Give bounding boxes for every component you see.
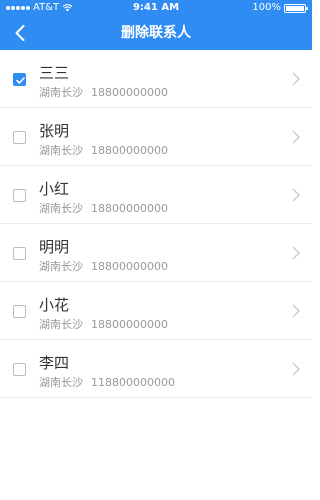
chevron-right-icon	[292, 246, 300, 260]
contact-row[interactable]: 三三 湖南长沙 18800000000	[0, 50, 312, 108]
contact-location: 湖南长沙	[39, 260, 83, 273]
contact-location: 湖南长沙	[39, 376, 83, 389]
status-bar: AT&T 9:41 AM 100%	[0, 0, 312, 16]
contact-phone: 18800000000	[91, 86, 168, 99]
status-right: 100%	[252, 0, 308, 16]
contact-name: 李四	[39, 354, 70, 372]
chevron-right-icon	[292, 72, 300, 86]
chevron-right-icon	[292, 188, 300, 202]
navigation-bar: 删除联系人	[0, 16, 312, 50]
contact-checkbox[interactable]	[13, 131, 26, 144]
chevron-right-icon	[292, 130, 300, 144]
contact-checkbox[interactable]	[13, 363, 26, 376]
contact-row[interactable]: 小花 湖南长沙 18800000000	[0, 282, 312, 340]
contact-checkbox[interactable]	[13, 247, 26, 260]
chevron-right-icon	[292, 362, 300, 376]
contact-checkbox[interactable]	[13, 73, 26, 86]
contact-location: 湖南长沙	[39, 86, 83, 99]
contact-list: 三三 湖南长沙 18800000000 张明 湖南长沙 18800000000 小红…	[0, 50, 312, 398]
contact-location: 湖南长沙	[39, 144, 83, 157]
contact-row[interactable]: 张明 湖南长沙 18800000000	[0, 108, 312, 166]
contact-detail: 湖南长沙 18800000000	[39, 142, 168, 158]
contact-detail: 湖南长沙 118800000000	[39, 374, 175, 390]
checkmark-icon	[16, 77, 25, 84]
contact-checkbox[interactable]	[13, 189, 26, 202]
contact-detail: 湖南长沙 18800000000	[39, 316, 168, 332]
battery-icon	[284, 3, 308, 13]
contact-name: 明明	[39, 238, 70, 256]
header-bar: AT&T 9:41 AM 100% 删除联系人	[0, 0, 312, 50]
contact-row[interactable]: 小红 湖南长沙 18800000000	[0, 166, 312, 224]
contact-row[interactable]: 明明 湖南长沙 18800000000	[0, 224, 312, 282]
contact-detail: 湖南长沙 18800000000	[39, 200, 168, 216]
contact-name: 三三	[39, 64, 70, 82]
contact-location: 湖南长沙	[39, 318, 83, 331]
contact-detail: 湖南长沙 18800000000	[39, 258, 168, 274]
contact-phone: 18800000000	[91, 202, 168, 215]
contact-phone: 18800000000	[91, 318, 168, 331]
contact-checkbox[interactable]	[13, 305, 26, 318]
chevron-right-icon	[292, 304, 300, 318]
battery-percent: 100%	[252, 2, 281, 13]
contact-row[interactable]: 李四 湖南长沙 118800000000	[0, 340, 312, 398]
contact-detail: 湖南长沙 18800000000	[39, 84, 168, 100]
contact-location: 湖南长沙	[39, 202, 83, 215]
contact-name: 小红	[39, 180, 70, 198]
contact-phone: 18800000000	[91, 144, 168, 157]
contact-phone: 18800000000	[91, 260, 168, 273]
page-title: 删除联系人	[121, 25, 191, 41]
contact-name: 小花	[39, 296, 70, 314]
contact-name: 张明	[39, 122, 70, 140]
contact-phone: 118800000000	[91, 376, 175, 389]
